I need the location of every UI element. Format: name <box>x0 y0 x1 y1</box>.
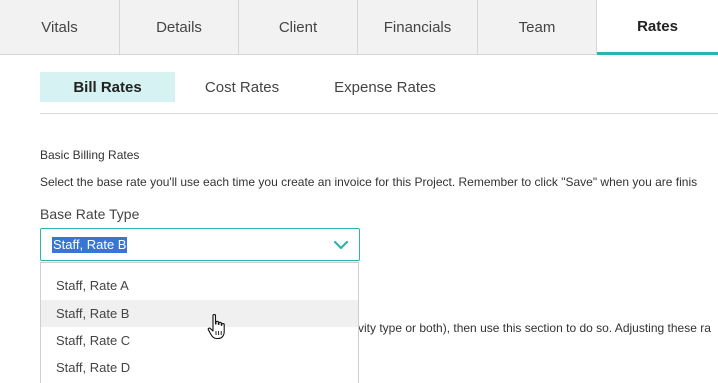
project-tab-bar: Vitals Details Client Financials Team Ra… <box>0 0 718 55</box>
tab-team[interactable]: Team <box>478 0 597 54</box>
rate-subtabs: Bill Rates Cost Rates Expense Rates <box>40 72 453 102</box>
section-title: Basic Billing Rates <box>40 148 140 162</box>
section-divider <box>40 113 718 114</box>
option-staff-rate-b[interactable]: Staff, Rate B <box>41 300 358 327</box>
subtab-bill-rates[interactable]: Bill Rates <box>40 72 175 102</box>
option-staff-rate-c[interactable]: Staff, Rate C <box>41 327 358 354</box>
section-description: Select the base rate you'll use each tim… <box>40 175 698 189</box>
tab-details[interactable]: Details <box>120 0 239 54</box>
base-rate-type-label: Base Rate Type <box>40 206 140 222</box>
subtab-cost-rates[interactable]: Cost Rates <box>175 72 309 102</box>
option-staff-rate-d[interactable]: Staff, Rate D <box>41 354 358 381</box>
tab-rates[interactable]: Rates <box>597 0 718 55</box>
hand-pointer-icon <box>207 314 225 340</box>
base-rate-type-select[interactable]: Staff, Rate B <box>40 228 360 261</box>
tab-financials[interactable]: Financials <box>358 0 478 54</box>
option-staff-rate-a[interactable]: Staff, Rate A <box>41 272 358 299</box>
tab-client[interactable]: Client <box>239 0 358 54</box>
base-rate-dropdown: Staff, Rate A Staff, Rate B Staff, Rate … <box>40 262 359 383</box>
obscured-description: vity type or both), then use this sectio… <box>358 321 711 335</box>
select-value[interactable]: Staff, Rate B <box>52 237 128 253</box>
subtab-expense-rates[interactable]: Expense Rates <box>317 72 453 102</box>
tab-vitals[interactable]: Vitals <box>0 0 120 54</box>
chevron-down-icon[interactable] <box>333 237 349 253</box>
